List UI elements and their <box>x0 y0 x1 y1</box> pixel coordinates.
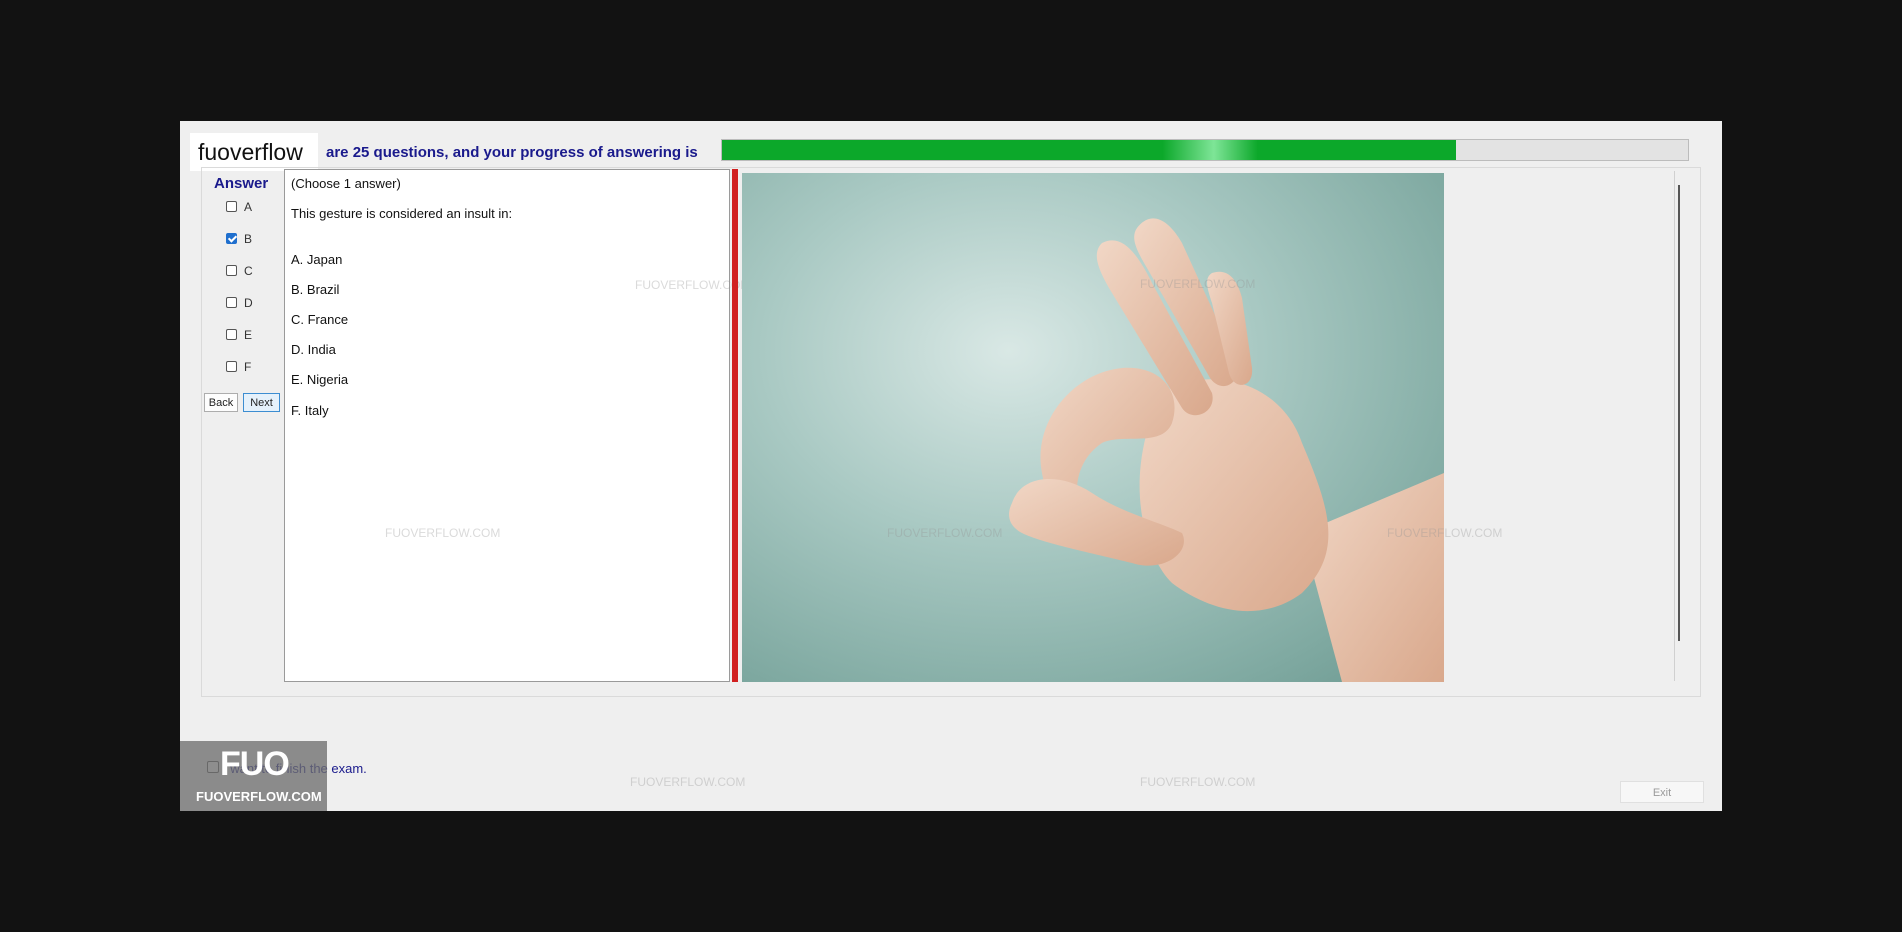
exam-window: fuoverflow are 25 questions, and your pr… <box>180 121 1722 811</box>
choice-f: F. Italy <box>291 403 329 418</box>
progress-text: are 25 questions, and your progress of a… <box>326 144 698 161</box>
progress-bar <box>721 139 1689 161</box>
checkbox[interactable] <box>226 297 237 308</box>
watermark: FUOVERFLOW.COM <box>1140 775 1256 789</box>
scrollbar-thumb[interactable] <box>1678 185 1680 641</box>
watermark: FUOVERFLOW.COM <box>1387 526 1503 540</box>
answer-option-b[interactable]: B <box>226 232 286 248</box>
next-button[interactable]: Next <box>243 393 280 412</box>
watermark: FUOVERFLOW.COM <box>1140 277 1256 291</box>
ok-hand-gesture-icon <box>1009 218 1444 682</box>
choice-e: E. Nigeria <box>291 372 349 387</box>
question-image: FUOVERFLOW.COM FUOVERFLOW.COM FUOVERFLOW… <box>742 173 1502 682</box>
watermark: FUOVERFLOW.COM <box>385 526 501 540</box>
progress-fill <box>722 140 1457 160</box>
choice-b: B. Brazil <box>291 282 340 297</box>
answer-option-label: C <box>244 264 253 278</box>
answer-option-label: A <box>244 200 253 214</box>
brand-label: fuoverflow <box>190 133 318 171</box>
question-box: (Choose 1 answer) This gesture is consid… <box>284 169 750 682</box>
answer-option-label: D <box>244 296 253 310</box>
answer-heading: Answer <box>214 175 269 192</box>
watermark: FUOVERFLOW.COM <box>887 526 1003 540</box>
back-button[interactable]: Back <box>204 393 238 412</box>
checkbox[interactable] <box>226 361 237 372</box>
answer-option-e[interactable]: E <box>226 328 286 344</box>
answer-option-d[interactable]: D <box>226 296 286 312</box>
checkbox[interactable] <box>226 329 237 340</box>
checkbox[interactable] <box>226 265 237 276</box>
answer-option-label: F <box>244 360 252 374</box>
logo-text: FUOVERFLOW.COM <box>196 789 322 804</box>
logo-mark: FUO <box>220 745 290 783</box>
choice-c: C. France <box>291 312 349 327</box>
answer-option-a[interactable]: A <box>226 200 286 216</box>
question-instruction: (Choose 1 answer) <box>291 176 401 191</box>
watermark: FUOVERFLOW.COM <box>630 775 746 789</box>
splitter-bar[interactable] <box>732 169 738 682</box>
logo-overlay: FUO FUOVERFLOW.COM <box>180 741 327 811</box>
question-prompt: This gesture is considered an insult in: <box>291 206 513 221</box>
checkbox[interactable] <box>226 233 237 244</box>
answer-option-label: B <box>244 232 253 246</box>
exit-button[interactable]: Exit <box>1620 781 1704 803</box>
choice-d: D. India <box>291 342 336 357</box>
answer-option-c[interactable]: C <box>226 264 286 280</box>
checkbox[interactable] <box>226 201 237 212</box>
answer-option-f[interactable]: F <box>226 360 286 376</box>
answer-option-label: E <box>244 328 253 342</box>
choice-a: A. Japan <box>291 252 343 267</box>
